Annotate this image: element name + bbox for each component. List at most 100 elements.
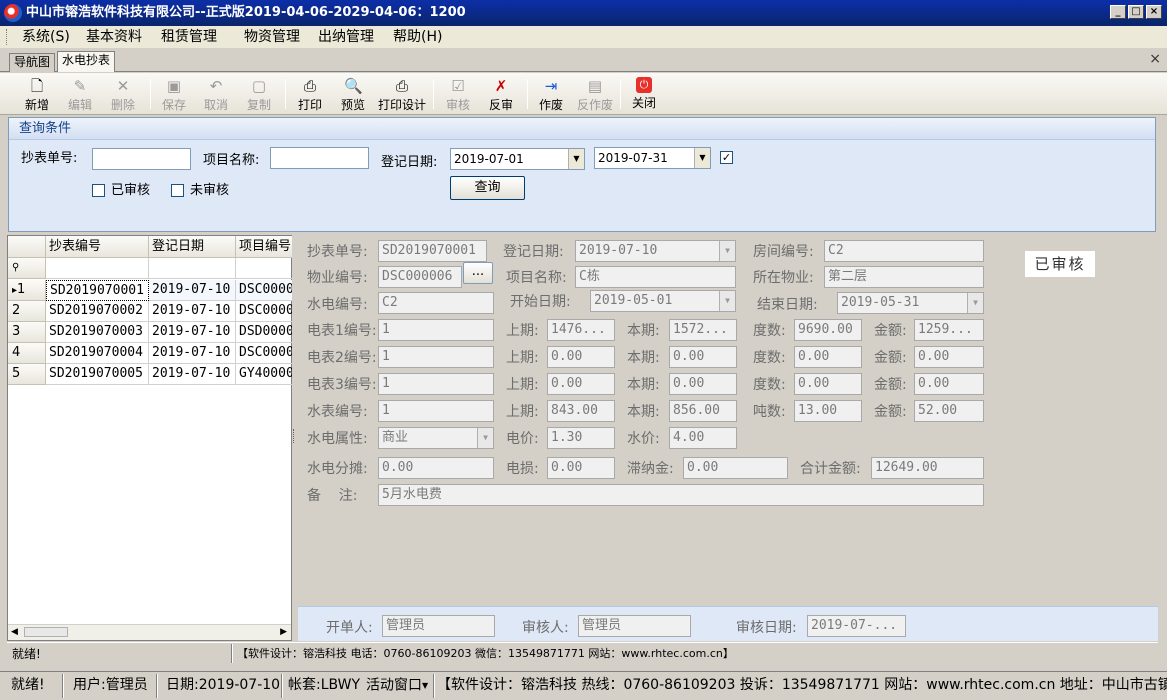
attr-select[interactable]: 商业 ▼: [378, 427, 494, 449]
close-window-button[interactable]: ×: [1146, 5, 1162, 19]
detail-bill-no-field[interactable]: SD2019070001: [378, 240, 487, 262]
grid-cell-date[interactable]: 2019-07-10: [149, 280, 236, 301]
scroll-right-icon[interactable]: ▶: [280, 627, 287, 637]
creator-field[interactable]: 管理员: [382, 615, 495, 637]
water-prev-field[interactable]: 843.00: [547, 400, 615, 422]
water-amt-field[interactable]: 52.00: [914, 400, 984, 422]
unvoid-button[interactable]: ▤ 反作废: [572, 75, 618, 113]
grid-cell-proj[interactable]: DSC0000: [236, 301, 293, 322]
elec-price-field[interactable]: 1.30: [547, 427, 615, 449]
maximize-button[interactable]: □: [1128, 5, 1144, 19]
chevron-down-icon[interactable]: ▼: [719, 291, 735, 311]
grid-cell-id[interactable]: SD2019070001: [46, 280, 149, 301]
preview-button[interactable]: 🔍 预览: [331, 75, 375, 113]
print-button[interactable]: ⎙ 打印: [288, 75, 332, 113]
meter2-prev-field[interactable]: 0.00: [547, 346, 615, 368]
audited-checkbox[interactable]: [92, 184, 105, 197]
project-name-input[interactable]: [270, 147, 369, 169]
menu-help[interactable]: 帮助(H): [393, 28, 442, 46]
end-date-field[interactable]: 2019-05-31 ▼: [837, 292, 984, 314]
print-design-button[interactable]: ⎙ 打印设计: [376, 75, 428, 113]
total-field[interactable]: 12649.00: [871, 457, 984, 479]
date-enable-checkbox[interactable]: ✓: [720, 151, 733, 164]
tab-navigation[interactable]: 导航图: [9, 53, 56, 72]
water-deg-field[interactable]: 13.00: [794, 400, 862, 422]
meter1-deg-field[interactable]: 9690.00: [794, 319, 862, 341]
menu-basic-data[interactable]: 基本资料: [86, 28, 142, 46]
edit-button[interactable]: ✎ 编辑: [58, 75, 102, 113]
grid-cell-id[interactable]: SD2019070004: [46, 343, 149, 364]
column-header[interactable]: 抄表编号: [46, 236, 149, 258]
meter3-value-field[interactable]: 1: [378, 373, 494, 395]
meter1-value-field[interactable]: 1: [378, 319, 494, 341]
tab-meter-reading[interactable]: 水电抄表: [57, 51, 116, 72]
room-no-field[interactable]: C2: [824, 240, 984, 262]
date-to-picker[interactable]: 2019-07-31 ▼: [594, 147, 711, 169]
grid-cell-proj[interactable]: DSC0000: [236, 280, 293, 301]
menu-system[interactable]: 系统(S): [22, 28, 70, 46]
active-window-menu[interactable]: 活动窗口▼: [366, 672, 428, 700]
filter-cell[interactable]: [149, 258, 236, 279]
meter1-cur-field[interactable]: 1572...: [669, 319, 737, 341]
share-field[interactable]: 0.00: [378, 457, 494, 479]
grid-cell-id[interactable]: SD2019070002: [46, 301, 149, 322]
filter-cell[interactable]: [236, 258, 293, 279]
unaudited-checkbox[interactable]: [171, 184, 184, 197]
late-fee-field[interactable]: 0.00: [683, 457, 788, 479]
prop-lookup-button[interactable]: ...: [463, 262, 493, 284]
water-cur-field[interactable]: 856.00: [669, 400, 737, 422]
cancel-button[interactable]: ↶ 取消: [194, 75, 238, 113]
proj-name-field[interactable]: C栋: [575, 266, 736, 288]
row-header[interactable]: 3: [8, 322, 46, 343]
date-from-picker[interactable]: 2019-07-01 ▼: [450, 148, 585, 170]
detail-reg-date-field[interactable]: 2019-07-10 ▼: [575, 240, 736, 262]
column-header[interactable]: 项目编号: [236, 236, 293, 258]
prop-no-field[interactable]: DSC000006: [378, 266, 462, 288]
copy-button[interactable]: ▢ 复制: [237, 75, 281, 113]
meter1-prev-field[interactable]: 1476...: [547, 319, 615, 341]
row-header[interactable]: 2: [8, 301, 46, 322]
remark-field[interactable]: 5月水电费: [378, 484, 984, 506]
grid-cell-date[interactable]: 2019-07-10: [149, 322, 236, 343]
loss-field[interactable]: 0.00: [547, 457, 615, 479]
scroll-thumb[interactable]: [24, 627, 68, 637]
row-header[interactable]: 4: [8, 343, 46, 364]
chevron-down-icon[interactable]: ▼: [694, 148, 710, 168]
chevron-down-icon[interactable]: ▼: [568, 149, 584, 169]
meter2-deg-field[interactable]: 0.00: [794, 346, 862, 368]
utility-no-field[interactable]: C2: [378, 292, 494, 314]
delete-button[interactable]: ✕ 删除: [101, 75, 145, 113]
meter2-amt-field[interactable]: 0.00: [914, 346, 984, 368]
filter-cell[interactable]: [46, 258, 149, 279]
grid-cell-date[interactable]: 2019-07-10: [149, 364, 236, 385]
meter1-amt-field[interactable]: 1259...: [914, 319, 984, 341]
meter2-value-field[interactable]: 1: [378, 346, 494, 368]
menu-lease[interactable]: 租赁管理: [161, 28, 217, 46]
grid-cell-date[interactable]: 2019-07-10: [149, 343, 236, 364]
start-date-field[interactable]: 2019-05-01 ▼: [590, 290, 736, 312]
audit-button[interactable]: ☑ 审核: [436, 75, 480, 113]
grid-cell-date[interactable]: 2019-07-10: [149, 301, 236, 322]
grid-cell-id[interactable]: SD2019070005: [46, 364, 149, 385]
search-button[interactable]: 查询: [450, 176, 525, 200]
new-button[interactable]: 🗋 新增: [15, 75, 59, 113]
horizontal-scrollbar[interactable]: ◀ ▶: [8, 624, 291, 640]
menu-materials[interactable]: 物资管理: [244, 28, 300, 46]
filter-icon[interactable]: ⚲: [8, 258, 46, 279]
grid-cell-proj[interactable]: DSC0000: [236, 343, 293, 364]
meter2-cur-field[interactable]: 0.00: [669, 346, 737, 368]
grid-cell-proj[interactable]: GY40000: [236, 364, 293, 385]
void-button[interactable]: ⇥ 作废: [529, 75, 573, 113]
meter3-cur-field[interactable]: 0.00: [669, 373, 737, 395]
scroll-left-icon[interactable]: ◀: [11, 627, 18, 637]
chevron-down-icon[interactable]: ▼: [719, 241, 735, 261]
unaudit-button[interactable]: ✗ 反审: [479, 75, 523, 113]
column-header[interactable]: 登记日期: [149, 236, 236, 258]
row-header[interactable]: ▸1: [8, 280, 46, 301]
location-field[interactable]: 第二层: [824, 266, 984, 288]
water-price-field[interactable]: 4.00: [669, 427, 737, 449]
save-button[interactable]: ▣ 保存: [152, 75, 196, 113]
bill-no-input[interactable]: [92, 148, 191, 170]
meter3-prev-field[interactable]: 0.00: [547, 373, 615, 395]
row-header[interactable]: 5: [8, 364, 46, 385]
